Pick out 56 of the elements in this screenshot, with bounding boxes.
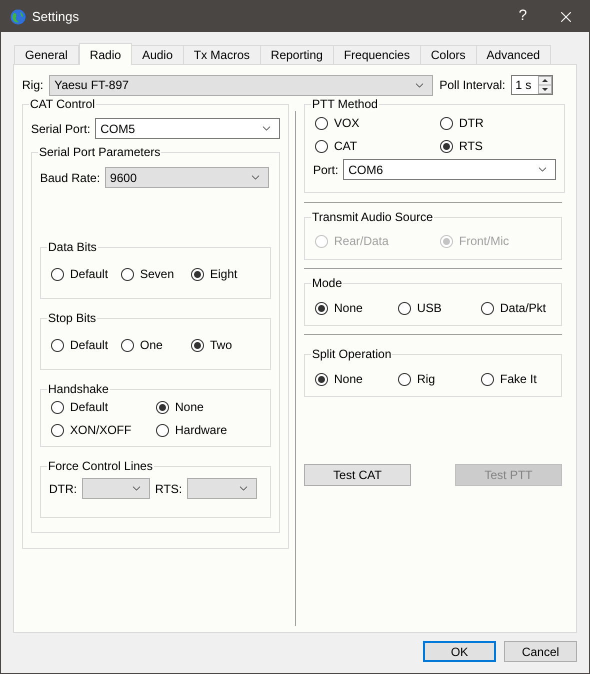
group-title: Data Bits (47, 240, 98, 254)
radio-button[interactable]: Seven (121, 266, 177, 282)
dropdown[interactable] (187, 478, 258, 499)
radio-button[interactable]: Two (191, 337, 232, 353)
radio-button[interactable]: CAT (315, 138, 440, 154)
spin-arrows-icon (538, 76, 552, 94)
poll-interval-label: Poll Interval: (439, 77, 506, 94)
tab[interactable]: Radio (78, 43, 132, 65)
test-button[interactable]: Test CAT (304, 464, 411, 486)
tab[interactable]: Frequencies (332, 45, 421, 64)
group-title: Force Control Lines (47, 459, 154, 473)
radio-button[interactable]: DTR (440, 115, 556, 131)
help-button[interactable]: ? (518, 5, 527, 28)
radio-button[interactable]: Data/Pkt (481, 300, 553, 316)
group-title: Serial Port Parameters (38, 145, 162, 159)
globe-icon (10, 8, 26, 24)
radio-button[interactable]: RTS (440, 138, 556, 154)
radio-button[interactable]: None (315, 300, 398, 316)
dropdown[interactable]: 9600 (105, 167, 270, 188)
radio-button[interactable]: One (121, 337, 177, 353)
spin-box[interactable]: 1 s (511, 75, 554, 95)
dropdown[interactable]: Yaesu FT-897 (49, 74, 434, 96)
radio-button[interactable]: Rig (398, 371, 481, 387)
dropdown[interactable]: COM6 (343, 159, 556, 180)
serial-port-label: Serial Port: (31, 120, 90, 138)
tab[interactable]: Advanced (476, 45, 551, 64)
radio-button[interactable]: Default (51, 399, 156, 415)
group-title: Transmit Audio Source (311, 210, 434, 224)
dialog-button[interactable]: OK (423, 641, 496, 662)
radio-button[interactable]: XON/XOFF (51, 422, 156, 438)
radio-button[interactable]: USB (398, 300, 481, 316)
radio-button[interactable]: None (315, 371, 398, 387)
tab[interactable]: General (14, 45, 79, 64)
radio-button[interactable]: VOX (315, 115, 440, 131)
rig-label: Rig: (22, 77, 44, 94)
dialog-button[interactable]: Cancel (504, 641, 577, 662)
rts-label: RTS: (155, 480, 182, 498)
dtr-label: DTR: (49, 480, 77, 498)
group-title: Handshake (47, 382, 110, 396)
baud-rate-label: Baud Rate: (40, 170, 100, 186)
dropdown[interactable]: COM5 (95, 118, 280, 139)
port-label: Port: (313, 162, 338, 178)
group-title: PTT Method (311, 97, 379, 111)
group-title: CAT Control (29, 97, 96, 111)
radio-button[interactable]: Eight (191, 266, 238, 282)
radio-button[interactable]: Default (51, 337, 107, 353)
window-title: Settings (32, 8, 80, 26)
radio-button[interactable]: Hardware (156, 422, 262, 438)
group-title: Mode (311, 276, 344, 290)
radio-button[interactable]: Default (51, 266, 107, 282)
tab[interactable]: Reporting (260, 45, 334, 64)
group-title: Split Operation (311, 347, 392, 361)
group-title: Stop Bits (47, 311, 98, 325)
radio-button[interactable]: None (156, 399, 262, 415)
dropdown[interactable] (82, 478, 150, 499)
radio-button[interactable]: Fake It (481, 371, 553, 387)
